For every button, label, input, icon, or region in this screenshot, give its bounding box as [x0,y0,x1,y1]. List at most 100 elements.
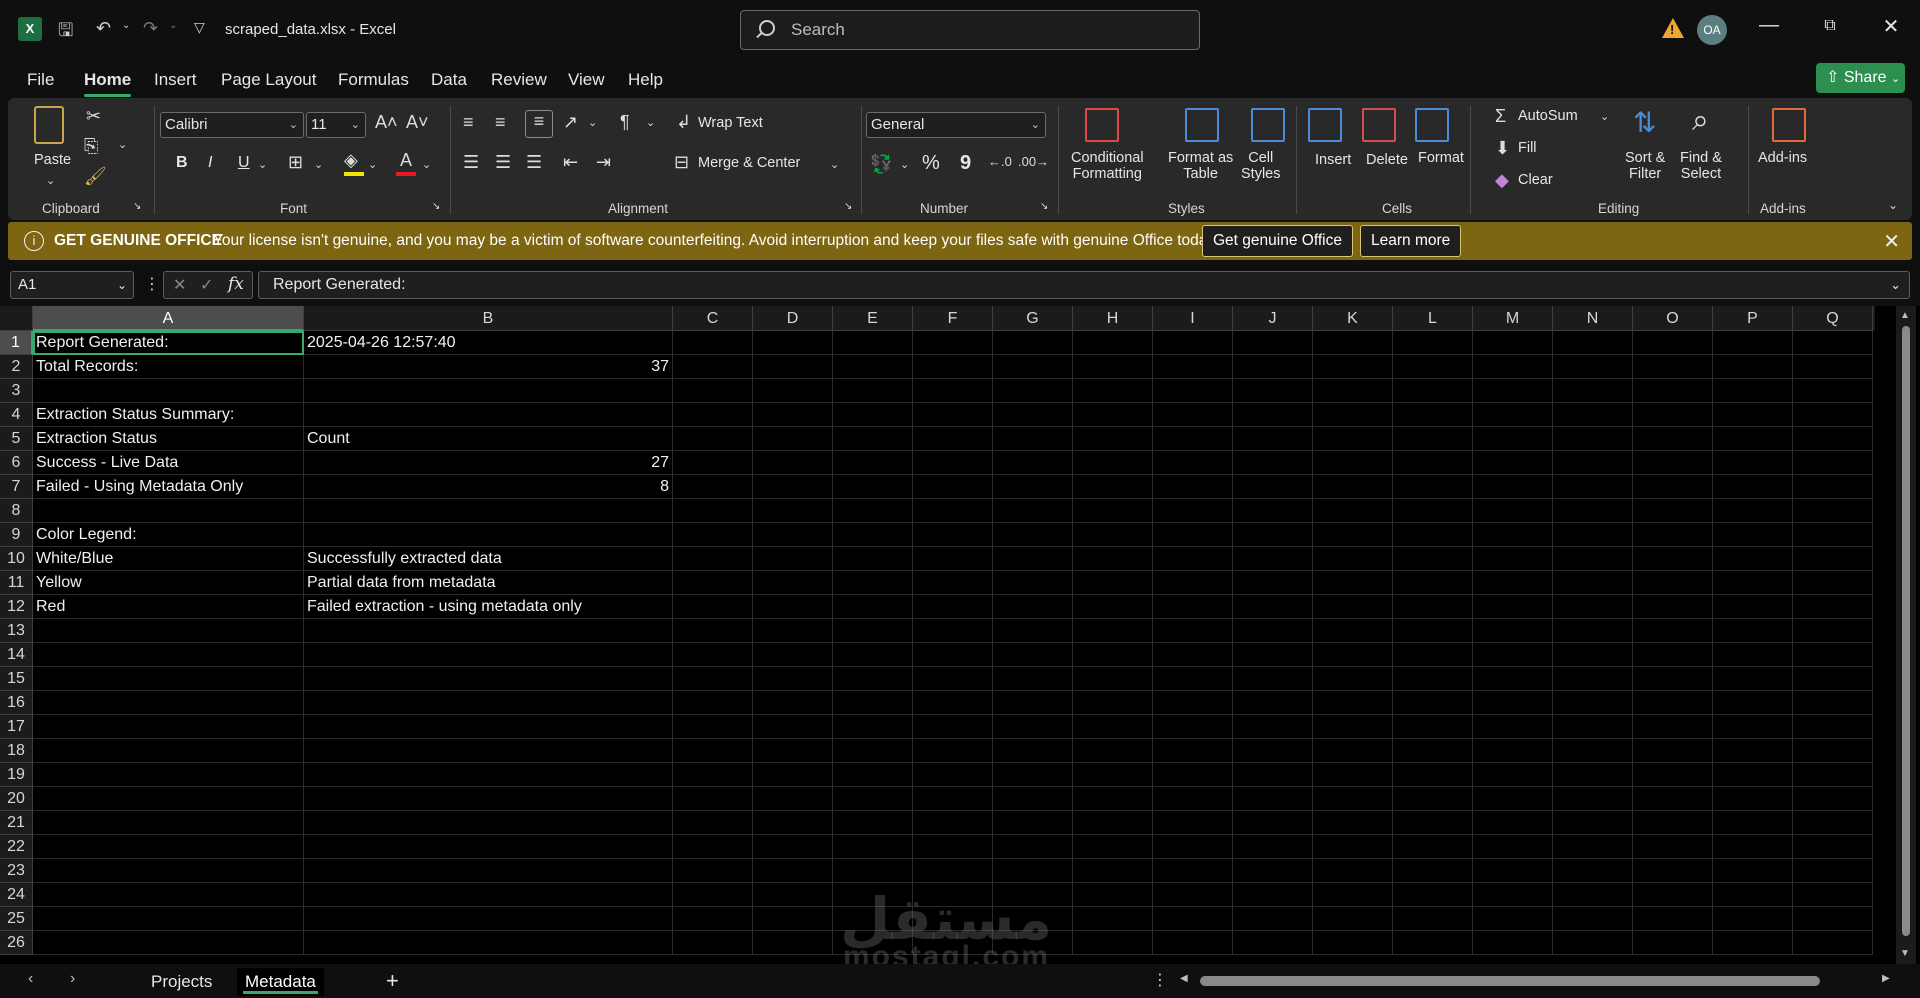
fill-color-icon[interactable]: ◈ [344,150,364,176]
copy-icon[interactable]: ⎘ [84,136,98,157]
clear-button[interactable]: Clear [1518,172,1553,188]
cell-empty[interactable] [673,619,753,643]
close-icon[interactable]: ✕ [1876,14,1906,39]
cell-empty[interactable] [1153,571,1233,595]
cell-empty[interactable] [833,739,913,763]
cell-empty[interactable] [1233,931,1313,955]
cell-empty[interactable] [993,523,1073,547]
cell-empty[interactable] [753,763,833,787]
cell-b[interactable]: 2025-04-26 12:57:40 [304,331,673,355]
cell-empty[interactable] [1393,403,1473,427]
cell-a[interactable] [33,811,304,835]
cell-empty[interactable] [1473,859,1553,883]
underline-button[interactable]: U [238,154,250,172]
row-header[interactable]: 7 [0,475,33,499]
menu-page-layout[interactable]: Page Layout [221,70,316,90]
more-options-icon[interactable]: ⋮ [1152,970,1168,990]
cell-empty[interactable] [1153,331,1233,355]
cell-empty[interactable] [833,763,913,787]
cell-empty[interactable] [1793,643,1873,667]
copy-dropdown-icon[interactable]: ⌄ [118,138,127,151]
cell-empty[interactable] [1633,835,1713,859]
cell-a[interactable] [33,667,304,691]
cell-b[interactable] [304,619,673,643]
warning-icon[interactable]: ! [1662,18,1684,38]
cell-a[interactable] [33,931,304,955]
cell-empty[interactable] [753,787,833,811]
cell-empty[interactable] [1793,739,1873,763]
cell-empty[interactable] [1073,331,1153,355]
cell-empty[interactable] [1153,499,1233,523]
cell-empty[interactable] [1233,499,1313,523]
conditional-formatting-button[interactable]: Conditional Formatting [1071,150,1144,182]
cell-empty[interactable] [1393,499,1473,523]
cell-empty[interactable] [1713,691,1793,715]
cell-empty[interactable] [993,571,1073,595]
cell-empty[interactable] [673,499,753,523]
cell-empty[interactable] [1553,475,1633,499]
cell-empty[interactable] [1713,595,1793,619]
number-launcher-icon[interactable]: ↘ [1040,201,1048,212]
cell-empty[interactable] [1233,451,1313,475]
cell-empty[interactable] [1393,715,1473,739]
column-header-d[interactable]: D [753,306,833,331]
cell-empty[interactable] [1713,355,1793,379]
cell-a[interactable] [33,907,304,931]
cell-empty[interactable] [1713,643,1793,667]
cell-empty[interactable] [1313,547,1393,571]
cell-empty[interactable] [1633,475,1713,499]
cell-empty[interactable] [753,355,833,379]
cell-empty[interactable] [913,763,993,787]
menu-insert[interactable]: Insert [154,70,197,90]
cell-empty[interactable] [1553,523,1633,547]
undo-dropdown-icon[interactable]: ⌄ [122,20,130,31]
cell-empty[interactable] [1553,499,1633,523]
cell-empty[interactable] [1793,883,1873,907]
cell-empty[interactable] [1713,907,1793,931]
cell-empty[interactable] [673,883,753,907]
cell-empty[interactable] [1553,715,1633,739]
cell-empty[interactable] [1313,355,1393,379]
paste-dropdown-icon[interactable]: ⌄ [46,174,55,187]
cell-empty[interactable] [673,427,753,451]
scroll-left-icon[interactable]: ◀ [1180,973,1188,984]
cell-empty[interactable] [993,763,1073,787]
cell-empty[interactable] [1793,907,1873,931]
cell-b[interactable] [304,643,673,667]
cell-empty[interactable] [1553,907,1633,931]
expand-formula-icon[interactable]: ⌄ [1890,272,1901,298]
cell-empty[interactable] [1633,739,1713,763]
increase-font-icon[interactable]: A˄ [375,112,398,133]
cell-empty[interactable] [1393,379,1473,403]
cell-empty[interactable] [1233,691,1313,715]
cell-empty[interactable] [1553,811,1633,835]
get-genuine-office-button[interactable]: Get genuine Office [1202,225,1353,257]
cell-empty[interactable] [673,811,753,835]
cell-empty[interactable] [1233,379,1313,403]
cell-empty[interactable] [673,715,753,739]
underline-dropdown-icon[interactable]: ⌄ [258,158,267,171]
cell-a[interactable] [33,643,304,667]
cell-empty[interactable] [1553,667,1633,691]
cell-a[interactable]: Yellow [33,571,304,595]
cell-empty[interactable] [1793,763,1873,787]
cell-empty[interactable] [1713,787,1793,811]
row-header[interactable]: 9 [0,523,33,547]
cell-empty[interactable] [833,547,913,571]
cell-empty[interactable] [1473,547,1553,571]
cell-empty[interactable] [1473,691,1553,715]
cell-a[interactable] [33,883,304,907]
add-ins-button[interactable]: Add-ins [1758,150,1807,166]
cell-empty[interactable] [1073,451,1153,475]
cell-a[interactable] [33,499,304,523]
cell-empty[interactable] [753,427,833,451]
row-header[interactable]: 19 [0,763,33,787]
row-header[interactable]: 3 [0,379,33,403]
cell-empty[interactable] [993,787,1073,811]
cell-empty[interactable] [1073,763,1153,787]
cell-empty[interactable] [753,835,833,859]
percent-button[interactable]: % [922,152,940,175]
cell-empty[interactable] [1073,523,1153,547]
cell-empty[interactable] [1153,355,1233,379]
cell-empty[interactable] [1313,835,1393,859]
